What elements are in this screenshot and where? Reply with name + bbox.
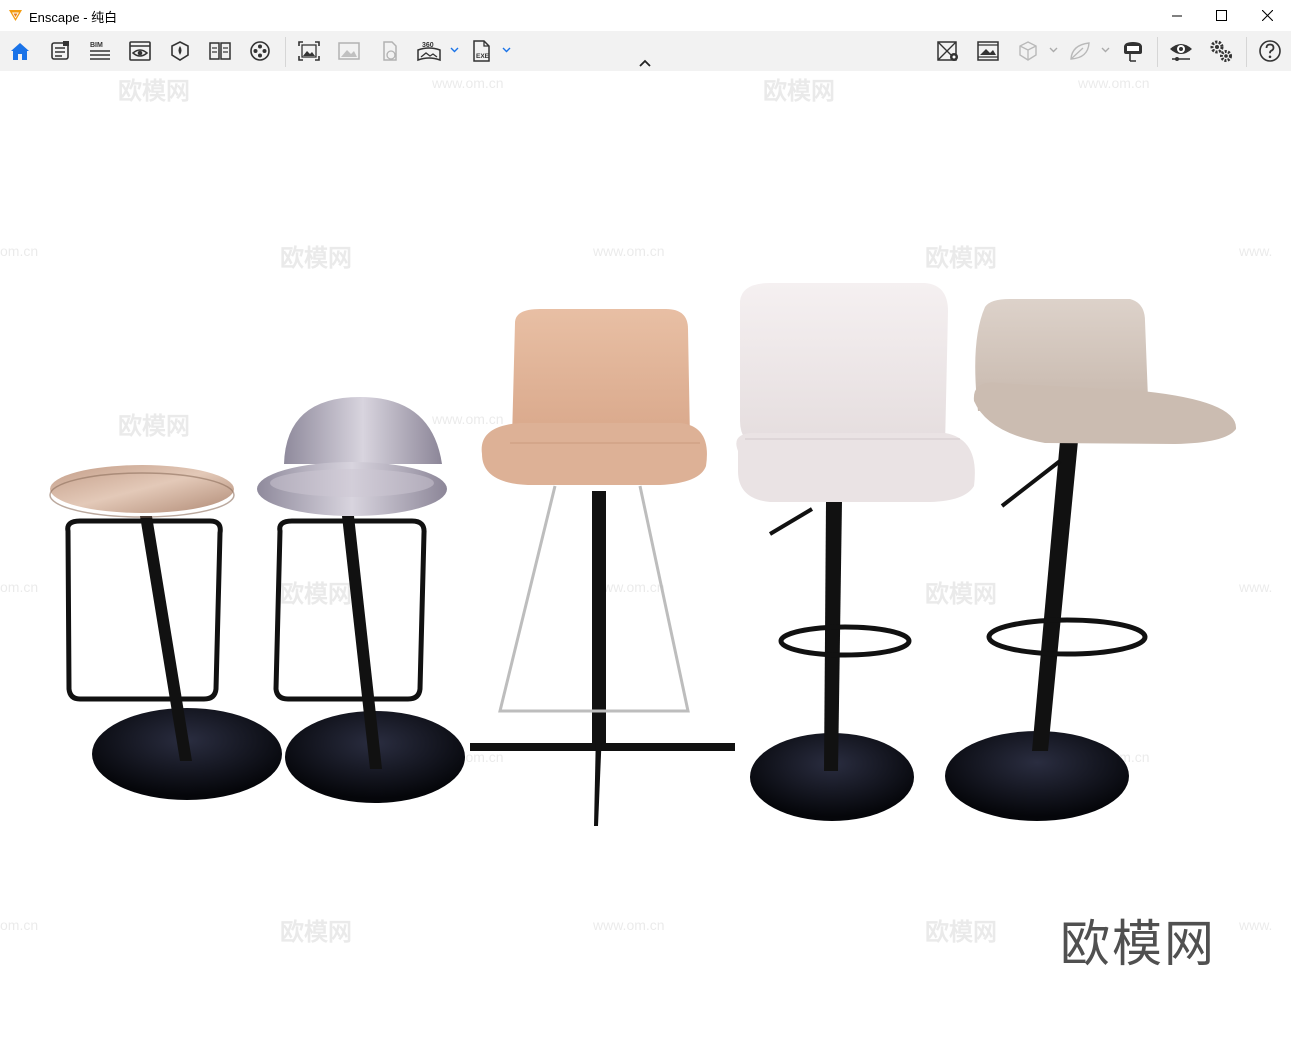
visual-settings-button[interactable]	[1167, 37, 1195, 65]
panorama-button[interactable]: 360	[415, 37, 443, 65]
bim-info-button[interactable]: BIM	[86, 37, 114, 65]
help-button[interactable]	[1256, 37, 1284, 65]
eye-settings-icon	[1170, 44, 1192, 61]
view-management-button[interactable]	[126, 37, 154, 65]
enscape-logo-icon	[7, 7, 24, 24]
map-icon	[937, 41, 958, 61]
batch-render-icon	[338, 42, 360, 60]
bim-icon: BIM	[90, 42, 110, 60]
image-settings-icon	[977, 41, 999, 61]
cube-view-button[interactable]	[1014, 37, 1042, 65]
asset-library-button[interactable]	[46, 37, 74, 65]
panorama-dropdown-icon[interactable]	[450, 45, 459, 54]
maximize-button[interactable]	[1198, 0, 1244, 31]
gears-icon	[1210, 40, 1232, 62]
help-icon	[1259, 40, 1281, 62]
stool-lavender-lowback	[257, 397, 465, 803]
bim-label: BIM	[90, 42, 103, 49]
general-settings-button[interactable]	[1207, 37, 1235, 65]
toolbar-separator	[1157, 37, 1158, 67]
export-exe-icon: EXE	[473, 40, 490, 62]
render-image-button[interactable]	[295, 37, 323, 65]
close-button[interactable]	[1244, 0, 1290, 31]
cube-icon	[1019, 41, 1037, 61]
book-view-button[interactable]	[206, 37, 234, 65]
leaf-view-button[interactable]	[1066, 37, 1094, 65]
minimize-icon	[1171, 15, 1182, 17]
upload-button[interactable]	[375, 37, 403, 65]
chevron-up-icon	[639, 59, 651, 67]
close-icon	[1261, 10, 1273, 21]
maximize-icon	[1215, 10, 1227, 21]
title-bar: Enscape - 纯白	[0, 0, 1291, 32]
toolbar-separator	[285, 37, 286, 67]
video-editor-button[interactable]	[246, 37, 274, 65]
export-dropdown-icon[interactable]	[502, 45, 511, 54]
exe-label: EXE	[476, 53, 490, 60]
image-settings-button[interactable]	[974, 37, 1002, 65]
minimize-button[interactable]	[1154, 0, 1200, 31]
stool-taupe-shell	[945, 299, 1237, 821]
brand-watermark: 欧模网	[1060, 915, 1216, 973]
view-management-icon	[129, 41, 151, 61]
panorama-360-icon: 360	[417, 42, 441, 62]
scene-name: 纯白	[91, 10, 118, 25]
render-image-icon	[298, 41, 320, 61]
material-editor-icon	[171, 41, 189, 61]
stool-round-tan	[49, 465, 282, 800]
scene-render	[49, 283, 1237, 826]
title-separator: -	[79, 10, 92, 25]
cube-dropdown-icon[interactable]	[1049, 45, 1058, 54]
stool-white-highback	[736, 283, 975, 821]
render-viewport[interactable]: 欧模网 www.om.cn 欧模网 www.om.cn om.cn 欧模网 ww…	[0, 71, 1291, 1039]
home-icon	[11, 43, 29, 60]
toolbar-separator	[1246, 37, 1247, 67]
app-name: Enscape	[29, 10, 80, 25]
batch-render-button[interactable]	[335, 37, 363, 65]
home-button[interactable]	[6, 37, 34, 65]
stool-peach-highback	[470, 309, 735, 826]
window-title: Enscape - 纯白	[29, 7, 117, 26]
leaf-icon	[1070, 42, 1090, 60]
vr-headset-button[interactable]	[1119, 37, 1147, 65]
collapse-toolbar-button[interactable]	[636, 57, 654, 69]
upload-icon	[383, 41, 397, 61]
vr-headset-icon	[1124, 42, 1142, 62]
material-editor-button[interactable]	[166, 37, 194, 65]
asset-library-icon	[51, 41, 69, 60]
leaf-dropdown-icon[interactable]	[1101, 45, 1110, 54]
map-view-button[interactable]	[934, 37, 962, 65]
export-exe-button[interactable]: EXE	[468, 37, 496, 65]
film-reel-icon	[250, 41, 270, 61]
book-icon	[209, 42, 231, 60]
